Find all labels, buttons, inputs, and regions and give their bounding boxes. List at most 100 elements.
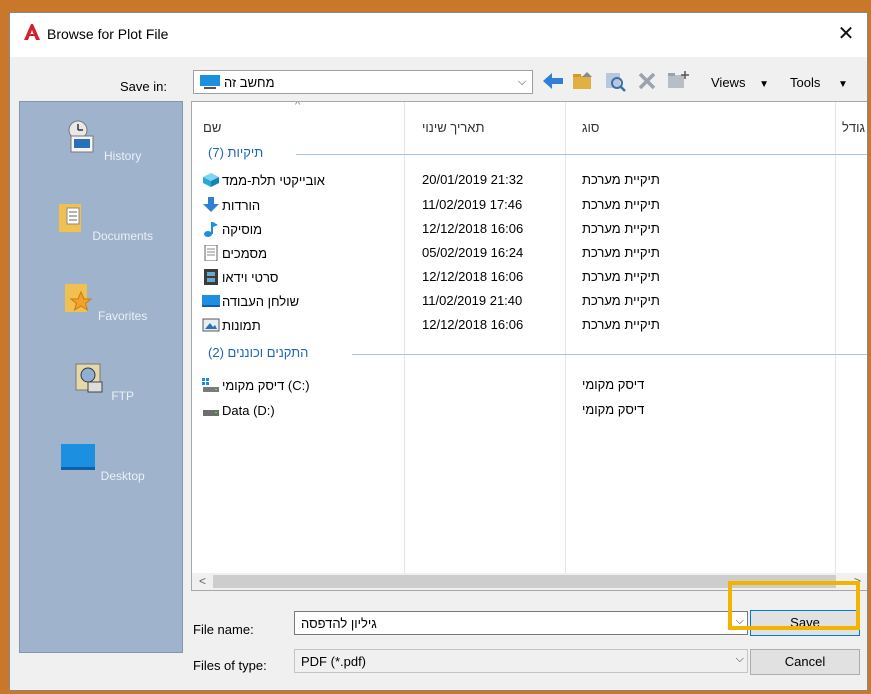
file-type-value: PDF (*.pdf)	[301, 654, 367, 669]
places-item-desktop[interactable]: Desktop	[20, 438, 184, 483]
autocad-logo-icon	[24, 24, 40, 40]
search-web-button[interactable]	[603, 69, 627, 95]
desktop-icon	[61, 444, 96, 470]
item-name: הורדות	[222, 197, 261, 213]
item-name-cell: שולחן העבודה	[202, 293, 299, 309]
column-header-date[interactable]: תאריך שינוי	[422, 120, 484, 135]
item-name: שולחן העבודה	[222, 293, 300, 309]
back-arrow-icon	[543, 73, 563, 89]
places-label: FTP	[111, 389, 134, 403]
create-folder-button[interactable]	[666, 69, 690, 95]
drive-icon	[203, 410, 219, 416]
up-folder-icon	[573, 72, 592, 89]
delete-button[interactable]	[635, 69, 659, 95]
item-type: תיקיית מערכת	[582, 269, 660, 284]
search-web-icon	[606, 73, 626, 92]
pictures-icon	[202, 318, 220, 332]
item-date: 11/02/2019 21:40	[422, 293, 523, 308]
list-item[interactable]: דיסק מקומי (C:) דיסק מקומי	[192, 373, 867, 395]
item-type: תיקיית מערכת	[582, 293, 660, 308]
delete-x-icon	[638, 72, 656, 90]
places-label: Desktop	[100, 469, 145, 483]
places-item-ftp[interactable]: FTP	[20, 358, 184, 403]
item-name: מוסיקה	[222, 221, 263, 237]
documents-folder-icon	[58, 204, 81, 232]
list-item[interactable]: סרטי וידאו 12/12/2018 16:06 תיקיית מערכת	[192, 265, 867, 287]
tools-menu[interactable]: Tools ▼	[790, 75, 848, 101]
column-header-name[interactable]: שם	[203, 120, 221, 135]
list-item[interactable]: שולחן העבודה 11/02/2019 21:40 תיקיית מער…	[192, 289, 867, 311]
this-pc-icon	[200, 75, 220, 89]
save-in-dropdown[interactable]: מחשב זה ⌵	[193, 70, 533, 94]
item-date: 05/02/2019 16:24	[422, 245, 524, 260]
item-date: 12/12/2018 16:06	[422, 317, 524, 332]
3d-objects-icon	[203, 173, 219, 187]
save-in-value: מחשב זה	[224, 75, 275, 90]
item-name: דיסק מקומי (C:)	[222, 377, 310, 393]
places-item-favorites[interactable]: Favorites	[20, 278, 184, 323]
places-item-history[interactable]: History	[20, 118, 184, 163]
item-date: 12/12/2018 16:06	[422, 269, 524, 284]
cancel-button[interactable]: Cancel	[750, 649, 860, 675]
file-type-select[interactable]: PDF (*.pdf) ⌵	[294, 649, 748, 673]
item-type: תיקיית מערכת	[582, 172, 660, 187]
file-name-value: גיליון להדפסה	[301, 616, 377, 631]
item-name-cell: דיסק מקומי (C:)	[202, 377, 310, 393]
item-date: 12/12/2018 16:06	[422, 221, 524, 236]
places-sidebar: History Documents Favorites FTP Desktop	[19, 101, 183, 653]
scroll-left-icon[interactable]: <	[194, 573, 211, 590]
file-type-label: Files of type:	[193, 658, 267, 673]
item-type: תיקיית מערכת	[582, 221, 660, 236]
item-name: מסמכים	[222, 245, 268, 261]
item-name: תמונות	[222, 317, 261, 333]
chevron-down-icon[interactable]: ⌵	[736, 653, 744, 666]
list-item[interactable]: הורדות 11/02/2019 17:46 תיקיית מערכת	[192, 193, 867, 215]
group-divider	[296, 154, 867, 155]
up-folder-button[interactable]	[571, 69, 595, 95]
item-name-cell: הורדות	[202, 197, 260, 213]
music-icon	[204, 222, 218, 237]
title-bar: Browse for Plot File ✕	[10, 13, 867, 57]
item-name-cell: Data (D:)	[202, 402, 275, 418]
item-name-cell: אובייקטי תלת-ממד	[202, 172, 325, 188]
column-header-type[interactable]: סוג	[582, 120, 599, 135]
item-name: סרטי וידאו	[222, 269, 279, 285]
column-header-size[interactable]: גודל	[842, 120, 865, 135]
item-type: תיקיית מערכת	[582, 197, 660, 212]
file-name-label: File name:	[193, 622, 254, 637]
file-list[interactable]: ^ שם תאריך שינוי סוג גודל תיקיות (7) אוב…	[191, 101, 867, 591]
item-name-cell: מוסיקה	[202, 221, 262, 237]
window-title: Browse for Plot File	[47, 26, 169, 42]
list-item[interactable]: תמונות 12/12/2018 16:06 תיקיית מערכת	[192, 313, 867, 335]
back-button[interactable]	[541, 69, 565, 95]
list-item[interactable]: Data (D:) דיסק מקומי	[192, 398, 867, 420]
item-name-cell: סרטי וידאו	[202, 269, 278, 285]
close-button[interactable]: ✕	[831, 20, 861, 48]
views-menu[interactable]: Views ▼	[711, 75, 769, 101]
places-label: Documents	[92, 229, 154, 243]
chevron-down-icon[interactable]: ⌵	[515, 73, 529, 91]
group-header-devices[interactable]: התקנים וכוננים (2)	[208, 345, 308, 360]
list-item[interactable]: מוסיקה 12/12/2018 16:06 תיקיית מערכת	[192, 217, 867, 239]
item-name-cell: תמונות	[202, 317, 261, 333]
favorites-folder-icon	[64, 284, 93, 312]
places-item-documents[interactable]: Documents	[20, 198, 184, 243]
item-type: דיסק מקומי	[582, 377, 645, 392]
list-item[interactable]: מסמכים 05/02/2019 16:24 תיקיית מערכת	[192, 241, 867, 263]
item-type: תיקיית מערכת	[582, 317, 660, 332]
places-label: Favorites	[97, 309, 148, 323]
views-dropdown-icon: ▼	[759, 79, 769, 90]
group-divider	[352, 354, 867, 355]
new-folder-icon	[668, 71, 689, 88]
documents-icon	[204, 245, 218, 261]
tools-dropdown-icon: ▼	[837, 79, 848, 90]
file-name-input[interactable]: גיליון להדפסה ⌵	[294, 611, 748, 635]
downloads-icon	[203, 197, 219, 212]
group-header-folders[interactable]: תיקיות (7)	[208, 145, 263, 160]
list-item[interactable]: אובייקטי תלת-ממד 20/01/2019 21:32 תיקיית…	[192, 168, 867, 190]
tools-label: Tools	[790, 75, 821, 90]
history-icon	[68, 120, 94, 153]
desktop-folder-icon	[202, 295, 220, 307]
save-in-label: Save in:	[120, 79, 167, 94]
item-type: דיסק מקומי	[582, 402, 645, 417]
